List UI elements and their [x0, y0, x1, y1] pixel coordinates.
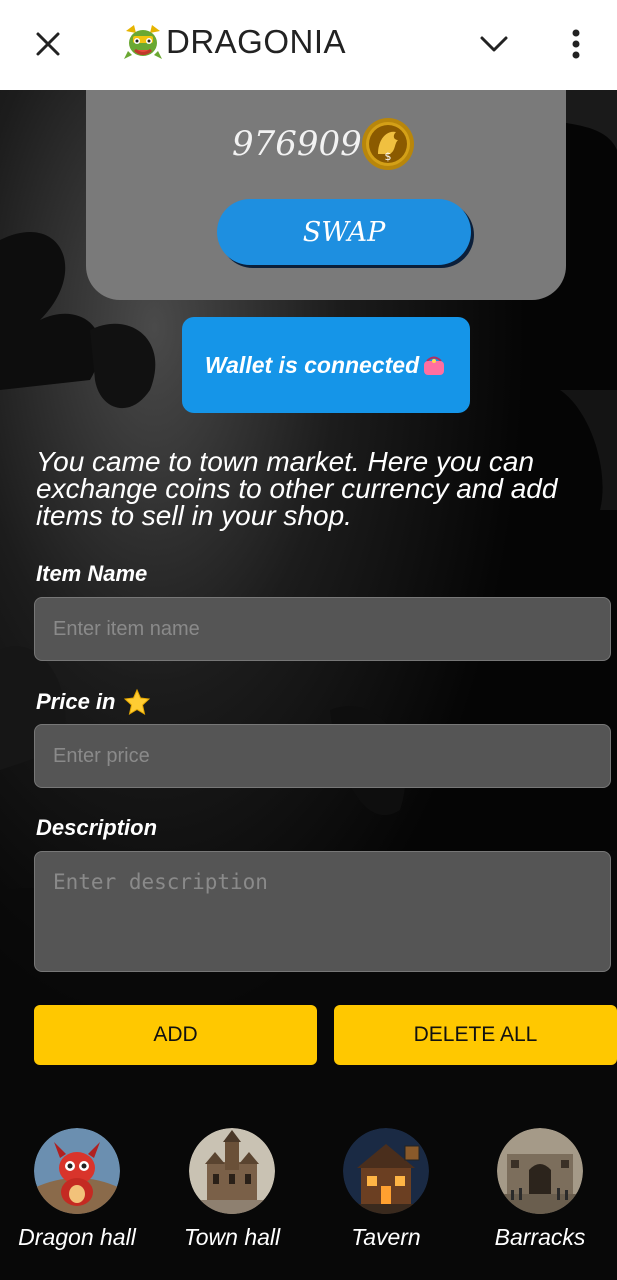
dragon-coin-icon: $ — [362, 118, 414, 170]
price-input[interactable] — [34, 724, 611, 788]
nav-label-tavern: Tavern — [351, 1224, 421, 1250]
dragon-logo-icon — [124, 25, 162, 59]
wallet-status-label: Wallet is connected — [204, 351, 420, 378]
barracks-avatar — [497, 1128, 583, 1214]
town-hall-avatar — [189, 1128, 275, 1214]
more-vert-icon — [572, 29, 580, 59]
close-icon — [36, 32, 60, 56]
app-header: DRAGONIA — [0, 0, 617, 90]
dragon-hall-avatar — [34, 1128, 120, 1214]
add-button[interactable]: ADD — [34, 1005, 317, 1065]
expand-button[interactable] — [474, 24, 514, 64]
tavern-avatar — [343, 1128, 429, 1214]
item-name-label: Item Name — [36, 561, 148, 586]
svg-text:$: $ — [385, 150, 392, 163]
item-name-input[interactable] — [34, 597, 611, 661]
app-title-group: DRAGONIA — [122, 20, 346, 64]
description-label: Description — [36, 815, 158, 840]
price-label-group: Price in — [36, 688, 151, 716]
wallet-connected-button[interactable]: Wallet is connected — [182, 317, 470, 413]
chevron-down-icon — [480, 36, 508, 52]
delete-all-button[interactable]: DELETE ALL — [334, 1005, 617, 1065]
app-title: DRAGONIA — [166, 23, 347, 60]
nav-tavern[interactable]: Tavern — [311, 1128, 461, 1258]
nav-dragon-hall[interactable]: Dragon hall — [2, 1128, 152, 1258]
close-button[interactable] — [28, 24, 68, 64]
description-input[interactable] — [34, 851, 611, 972]
nav-barracks[interactable]: Barracks — [465, 1128, 615, 1258]
purse-icon — [424, 356, 445, 375]
more-options-button[interactable] — [556, 22, 596, 66]
nav-label-dragon-hall: Dragon hall — [18, 1224, 136, 1250]
market-intro-text: You came to town market. Here you can ex… — [36, 446, 558, 531]
balance-card — [86, 90, 566, 300]
star-icon — [124, 688, 151, 716]
nav-label-barracks: Barracks — [494, 1224, 586, 1250]
nav-town-hall[interactable]: Town hall — [157, 1128, 307, 1258]
nav-label-town-hall: Town hall — [183, 1224, 281, 1250]
price-label: Price in — [36, 689, 116, 714]
swap-button[interactable]: SWAP — [217, 199, 471, 265]
coin-balance: 976909 — [232, 124, 362, 164]
